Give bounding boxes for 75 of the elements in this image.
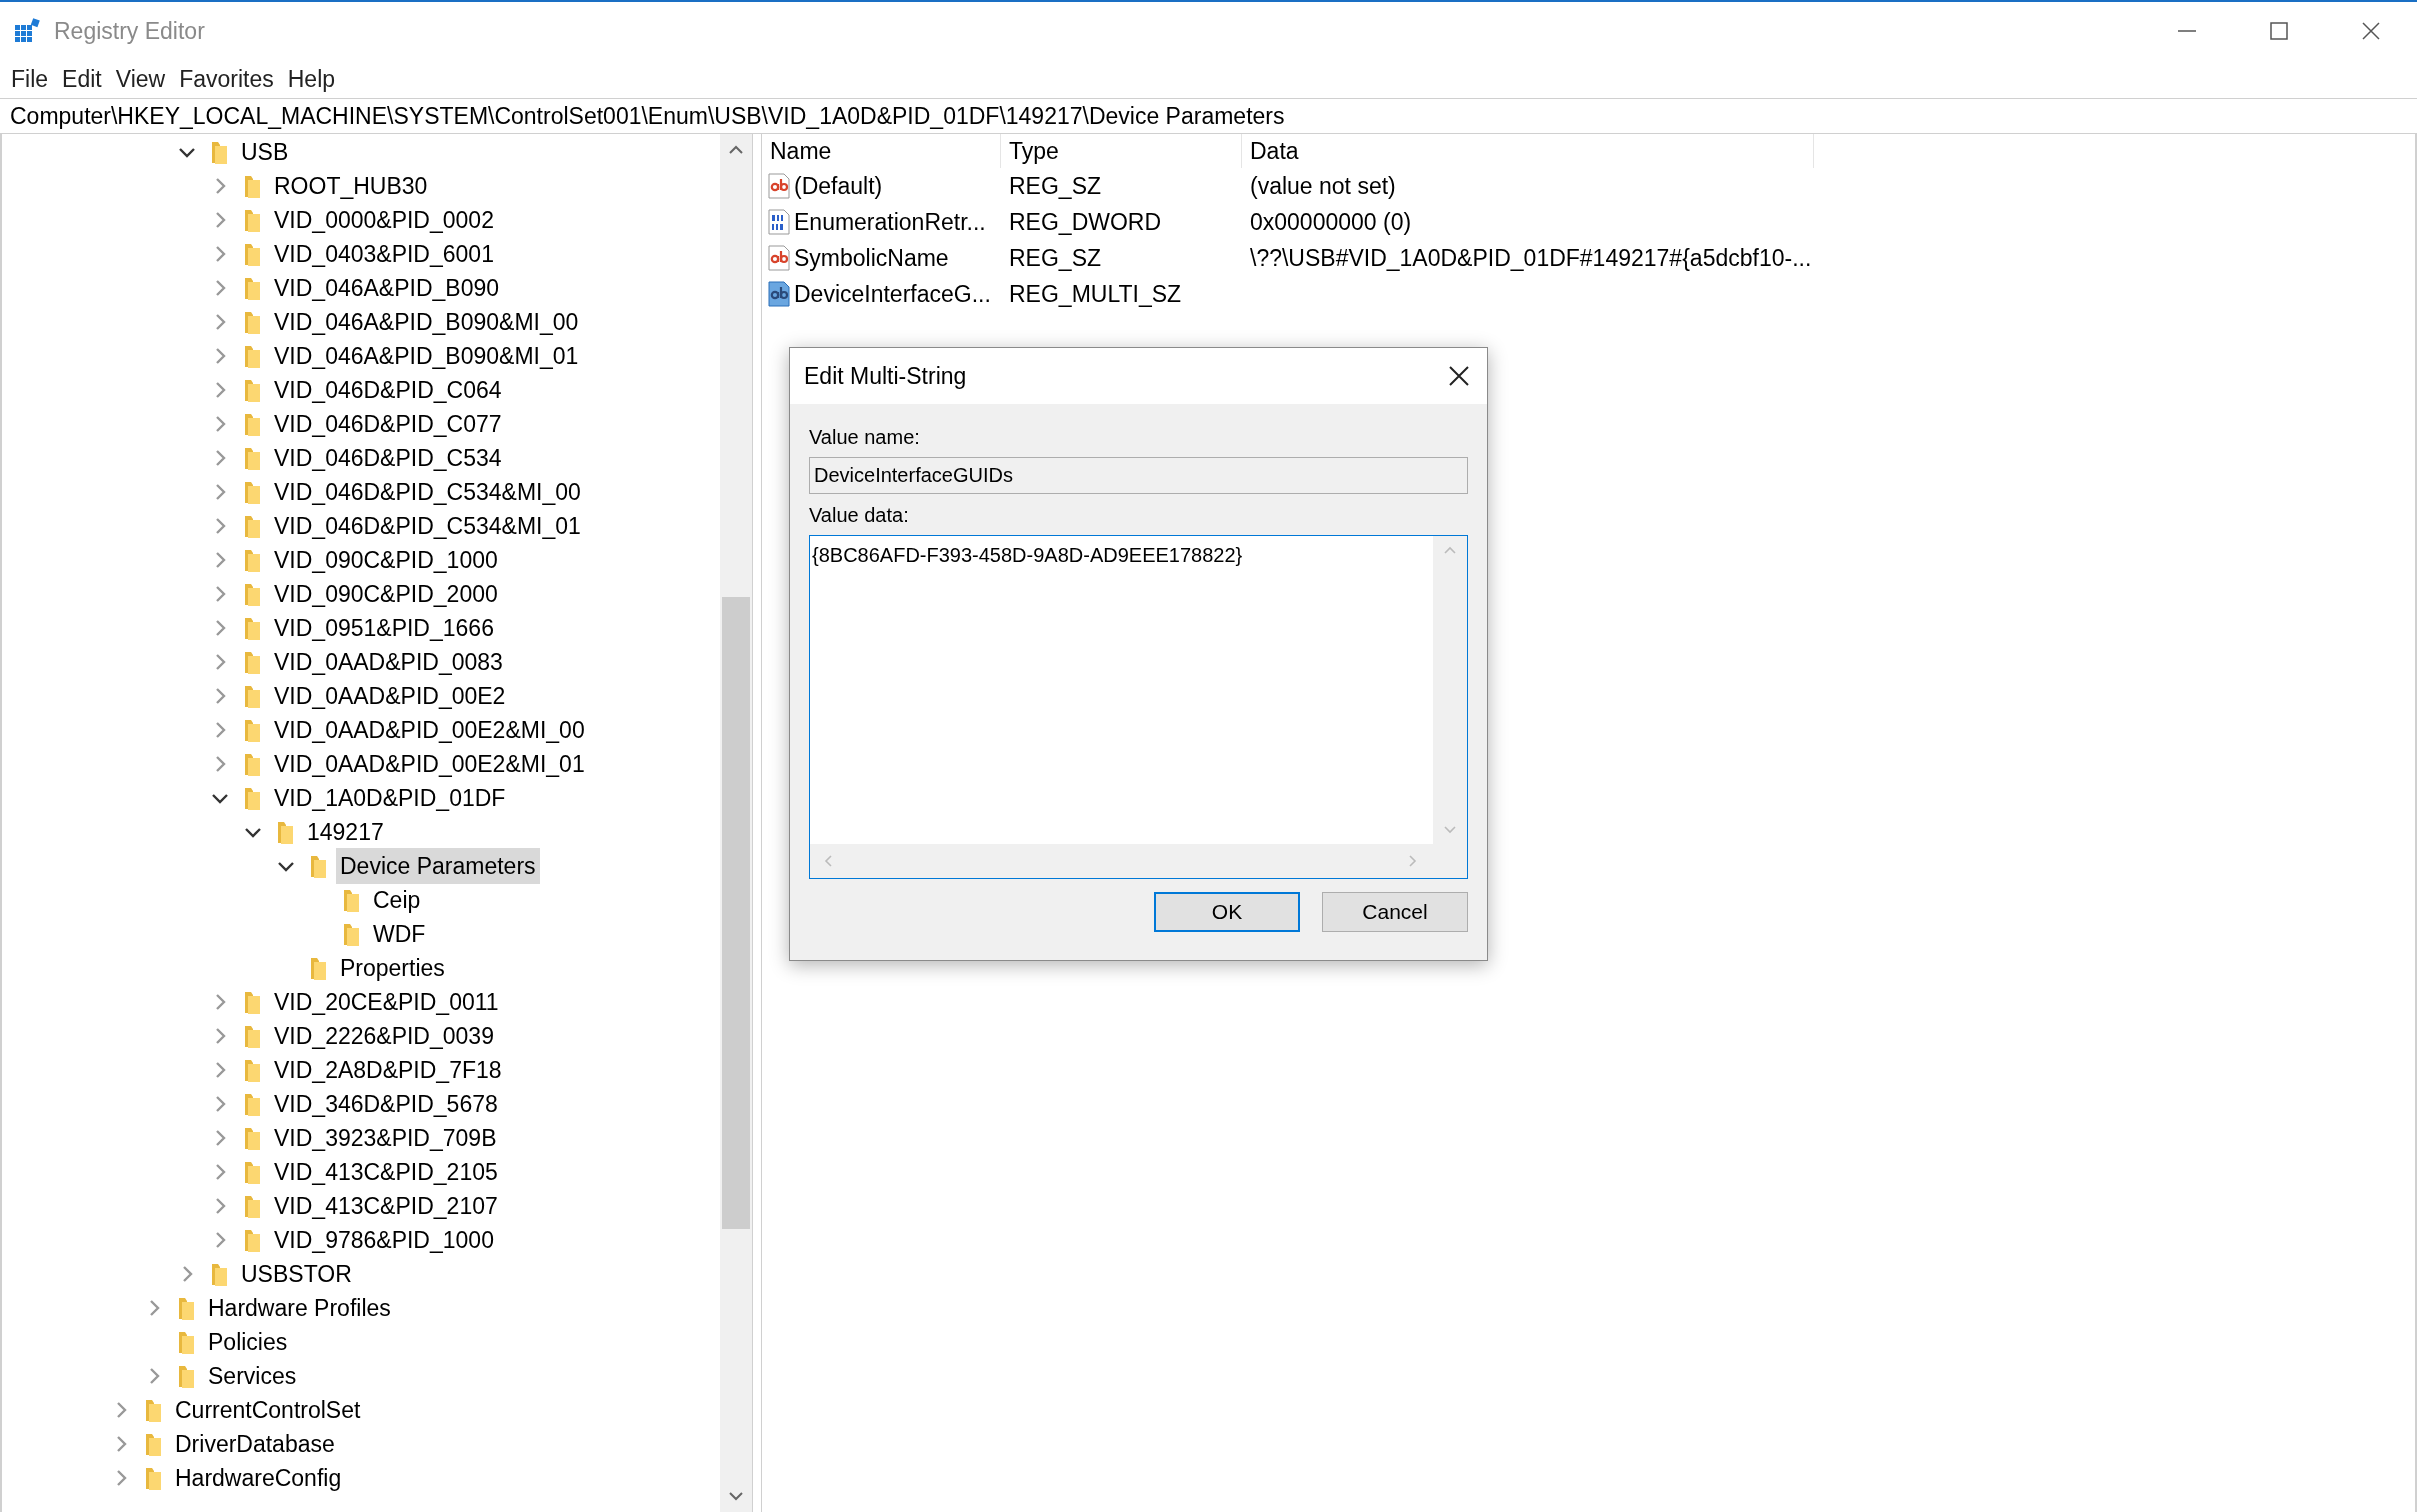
folder-icon	[242, 1159, 262, 1185]
folder-icon	[242, 1227, 262, 1253]
value-type: REG_SZ	[1008, 171, 1103, 201]
value-data: (value not set)	[1249, 171, 1397, 201]
folder-icon	[242, 683, 262, 709]
folder-icon	[242, 207, 262, 233]
folder-icon	[143, 1397, 163, 1423]
value-data-field[interactable]: {8BC86AFD-F393-458D-9A8D-AD9EEE178822}	[809, 535, 1468, 879]
folder-icon	[176, 1295, 196, 1321]
menu-item[interactable]: File	[4, 61, 56, 97]
field-value: {8BC86AFD-F393-458D-9A8D-AD9EEE178822}	[812, 544, 1243, 566]
folder-icon	[209, 1261, 229, 1287]
value-name-field[interactable]: DeviceInterfaceGUIDs	[809, 457, 1468, 494]
folder-icon	[242, 513, 262, 539]
folder-icon	[308, 955, 328, 981]
value-name[interactable]: (Default)	[792, 168, 883, 204]
dialog-title: Edit Multi-String	[804, 361, 967, 391]
folder-icon	[242, 1023, 262, 1049]
window-title: Registry Editor	[54, 16, 205, 46]
address-bar[interactable]: Computer\HKEY_LOCAL_MACHINE\SYSTEM\ControlSet001\Enum\USB\VID_1A0D&PID_01DF\149217\Device Parameters	[0, 98, 2417, 134]
field-label: Value name:	[809, 425, 921, 450]
folder-icon	[242, 581, 262, 607]
folder-icon	[143, 1465, 163, 1491]
folder-icon	[242, 309, 262, 335]
menu-item[interactable]: Help	[280, 61, 343, 97]
value-type: REG_DWORD	[1008, 207, 1163, 237]
cubes-icon	[14, 17, 42, 45]
column-header[interactable]: Data	[1242, 134, 1814, 168]
folder-icon	[242, 751, 262, 777]
field-label: Value data:	[809, 503, 910, 528]
menu-item[interactable]: Edit	[55, 61, 109, 97]
folder-icon	[242, 785, 262, 811]
folder-icon	[242, 1057, 262, 1083]
folder-icon	[341, 887, 361, 913]
folder-icon	[209, 139, 229, 165]
close-icon[interactable]	[2360, 20, 2382, 42]
folder-icon	[242, 547, 262, 573]
value-name[interactable]: DeviceInterfaceG...	[792, 276, 991, 312]
folder-icon	[176, 1329, 196, 1355]
folder-icon	[242, 717, 262, 743]
folder-icon	[242, 615, 262, 641]
folder-icon	[242, 989, 262, 1015]
column-header[interactable]: Name	[762, 134, 1001, 168]
value-name[interactable]: SymbolicName	[792, 240, 949, 276]
folder-icon	[242, 173, 262, 199]
column-header[interactable]: Type	[1001, 134, 1242, 168]
folder-icon	[242, 343, 262, 369]
value-data: \??\USB#VID_1A0D&PID_01DF#149217#{a5dcbf10-...	[1249, 243, 1813, 273]
value-type: REG_SZ	[1008, 243, 1103, 273]
folder-icon	[242, 445, 262, 471]
folder-icon	[275, 819, 295, 845]
dialog-button[interactable]: Cancel	[1322, 892, 1468, 932]
folder-icon	[341, 921, 361, 947]
value-name[interactable]: EnumerationRetr...	[792, 204, 986, 240]
value-type: REG_MULTI_SZ	[1008, 279, 1183, 309]
folder-icon	[176, 1363, 196, 1389]
folder-icon	[242, 1091, 262, 1117]
folder-icon	[143, 1431, 163, 1457]
folder-icon	[242, 241, 262, 267]
value-data: 0x00000000 (0)	[1249, 207, 1413, 237]
tree-item[interactable]: Device Parameters	[336, 847, 540, 885]
close-icon[interactable]	[1447, 364, 1471, 388]
folder-icon	[308, 853, 328, 879]
folder-icon	[242, 1193, 262, 1219]
folder-icon	[242, 649, 262, 675]
folder-icon	[242, 411, 262, 437]
dialog-button[interactable]: OK	[1154, 892, 1300, 932]
folder-icon	[242, 377, 262, 403]
folder-icon	[242, 1125, 262, 1151]
maximize-icon[interactable]	[2268, 20, 2290, 42]
menu-item[interactable]: Favorites	[172, 61, 281, 97]
scrollbar[interactable]	[720, 134, 752, 1512]
folder-icon	[242, 479, 262, 505]
menu-item[interactable]: View	[108, 61, 173, 97]
folder-icon	[242, 275, 262, 301]
